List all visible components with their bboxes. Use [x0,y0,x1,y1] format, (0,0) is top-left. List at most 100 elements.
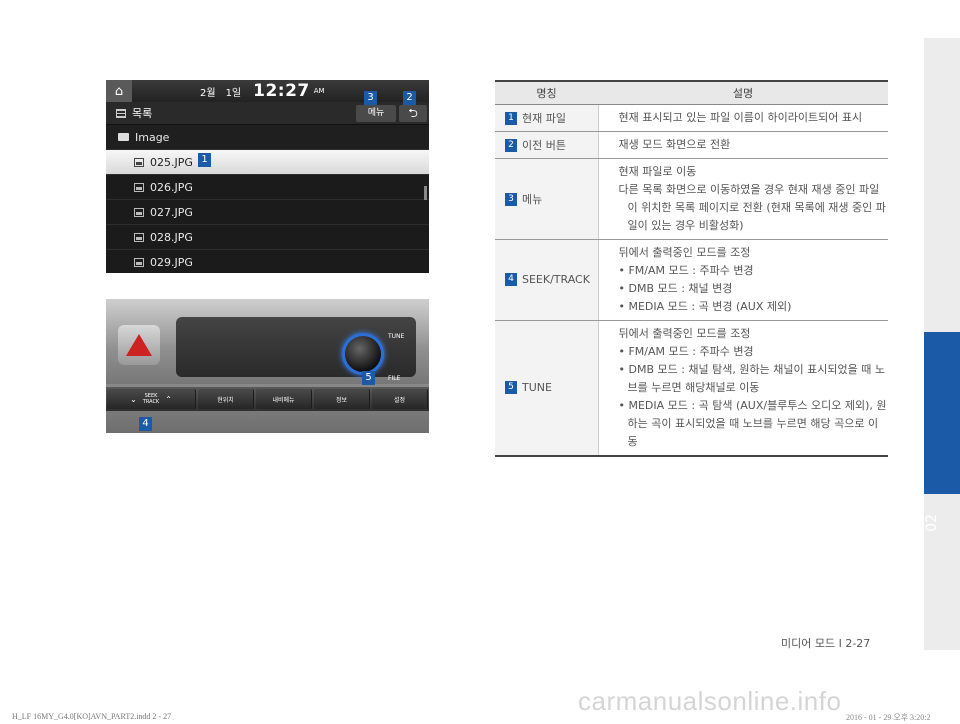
row-desc-cell: 현재 표시되고 있는 파일 이름이 하이라이트되어 표시 [598,104,888,132]
panel-button-settings[interactable]: 설정 [372,389,428,409]
chevron-up-icon: ⌃ [165,394,172,404]
table-row: 1 현재 파일 현재 표시되고 있는 파일 이름이 하이라이트되어 표시 [495,104,888,132]
callout-marker-1: 1 [198,153,211,167]
desc-line: • FM/AM 모드 : 주파수 변경 [618,344,754,358]
list-icon [116,108,126,118]
panel-button-bar: ⌄ SEEK TRACK ⌃ 현위치 내비메뉴 정보 설정 [106,387,429,411]
image-file-icon [134,232,144,242]
file-name: 025.JPG [150,155,193,169]
row-name: 이전 버튼 [522,138,566,152]
callout-marker-4: 4 [139,417,152,431]
row-desc-cell: 뒤에서 출력중인 모드를 조정 • FM/AM 모드 : 주파수 변경 • DM… [598,320,888,457]
table-row: 3 메뉴 현재 파일로 이동 다른 목록 화면으로 이동하였을 경우 현재 재생 … [495,158,888,240]
desc-line: • DMB 모드 : 채널 변경 [618,281,733,295]
file-row[interactable]: 026.JPG [106,175,429,200]
list-header: 목록 메뉴 ⮌ [106,102,429,125]
status-bar: ⌂ 2월 1일 12:27 AM [106,80,429,102]
back-button[interactable]: ⮌ [399,105,427,122]
folder-name: Image [135,130,170,144]
hazard-triangle-icon [126,334,152,356]
row-desc-cell: 뒤에서 출력중인 모드를 조정 • FM/AM 모드 : 주파수 변경 • DM… [598,239,888,321]
desc-line: • DMB 모드 : 채널 탐색, 원하는 채널이 표시되었을 때 노브를 누르… [618,362,885,394]
clock-ampm: AM [313,87,325,95]
row-name-cell: 3 메뉴 [495,158,599,240]
chevron-down-icon: ⌄ [130,394,137,404]
watermark: carmanualsonline.info [578,686,842,716]
list-header-label: 목록 [132,107,153,120]
panel-button-info[interactable]: 정보 [314,389,370,409]
desc-line: • FM/AM 모드 : 주파수 변경 [618,263,754,277]
file-row[interactable]: 028.JPG [106,225,429,250]
panel-button-location[interactable]: 현위치 [198,389,254,409]
media-list-screen: ⌂ 2월 1일 12:27 AM 목록 메뉴 ⮌ Image 025.JPG 0… [106,80,429,273]
status-month: 2월 [200,87,216,99]
track-label: TRACK [142,399,160,405]
folder-icon [118,133,129,141]
menu-button[interactable]: 메뉴 [356,105,396,122]
hazard-button[interactable] [118,325,160,365]
file-name: 026.JPG [150,180,193,194]
row-name: 현재 파일 [522,111,566,125]
file-name: 029.JPG [150,255,193,269]
row-name-cell: 1 현재 파일 [495,104,599,132]
row-desc-cell: 현재 파일로 이동 다른 목록 화면으로 이동하였을 경우 현재 재생 중인 파… [598,158,888,240]
tune-knob[interactable] [342,333,384,375]
home-icon: ⌂ [114,83,124,99]
desc-line: 뒤에서 출력중인 모드를 조정 [618,326,751,340]
desc-line: 뒤에서 출력중인 모드를 조정 [618,245,751,259]
desc-line: 현재 파일로 이동 [618,164,697,178]
image-file-icon [134,157,144,167]
desc-line: • MEDIA 모드 : 곡 변경 (AUX 제외) [618,299,792,313]
table-header-name: 명칭 [495,80,598,105]
desc-line: 다른 목록 화면으로 이동하였을 경우 현재 재생 중인 파일이 위치한 목록 … [618,182,886,232]
image-file-icon [134,207,144,217]
file-name: 028.JPG [150,230,193,244]
callout-marker-5: 5 [362,371,375,385]
table-row: 2 이전 버튼 재생 모드 화면으로 전환 [495,131,888,159]
page-number: 미디어 모드 I 2-27 [781,637,871,650]
print-slug-date: 2016 - 01 - 29 오후 3:20:2 [846,713,931,722]
row-number-badge: 1 [505,112,517,125]
file-name: 027.JPG [150,205,193,219]
seek-track-button[interactable]: ⌄ SEEK TRACK ⌃ [107,389,196,409]
row-number-badge: 4 [505,273,517,287]
table-row: 5 TUNE 뒤에서 출력중인 모드를 조정 • FM/AM 모드 : 주파수 변… [495,320,888,457]
row-number-badge: 3 [505,193,517,206]
control-panel-photo: TUNE FILE ⌄ SEEK TRACK ⌃ 현위치 내비메뉴 정보 설정 [106,299,429,433]
chapter-highlight [924,332,960,494]
file-row-selected[interactable]: 025.JPG [106,150,429,175]
desc-line: 재생 모드 화면으로 전환 [618,137,731,151]
row-desc-cell: 재생 모드 화면으로 전환 [598,131,888,159]
seek-track-label: SEEK TRACK [143,393,159,405]
row-name-cell: 2 이전 버튼 [495,131,599,159]
description-table: 명칭 설명 1 현재 파일 현재 표시되고 있는 파일 이름이 하이라이트되어 표… [495,80,888,457]
file-row[interactable]: 027.JPG [106,200,429,225]
panel-button-nav-menu[interactable]: 내비메뉴 [256,389,312,409]
row-number-badge: 5 [505,381,517,395]
chapter-side-tab: 02 [924,38,960,650]
callout-marker-2: 2 [403,91,416,105]
row-name: 메뉴 [522,192,543,206]
folder-row[interactable]: Image [106,125,429,150]
row-name: TUNE [522,380,552,394]
home-button[interactable]: ⌂ [106,80,132,102]
table-header-desc: 설명 [598,80,888,105]
scrollbar[interactable] [424,186,427,200]
tune-label: TUNE [388,333,405,340]
desc-line: • MEDIA 모드 : 곡 탐색 (AUX/블루투스 오디오 제외), 원하는… [618,398,887,448]
row-name-cell: 4 SEEK/TRACK [495,239,599,321]
row-number-badge: 2 [505,139,517,152]
desc-line: 현재 표시되고 있는 파일 이름이 하이라이트되어 표시 [618,110,863,124]
row-name: SEEK/TRACK [522,272,590,286]
print-slug-file: H_LF 16MY_G4.0[KO]AVN_PART2.indd 2 - 27 [12,712,172,721]
back-arrow-icon: ⮌ [408,106,418,120]
chapter-number: 02 [924,514,940,532]
file-row[interactable]: 029.JPG [106,250,429,273]
table-row: 4 SEEK/TRACK 뒤에서 출력중인 모드를 조정 • FM/AM 모드 :… [495,239,888,321]
row-name-cell: 5 TUNE [495,320,599,457]
image-file-icon [134,182,144,192]
clock: 12:27 [253,81,310,101]
status-day: 1일 [225,87,242,99]
callout-marker-3: 3 [364,91,377,105]
file-label: FILE [388,375,401,382]
